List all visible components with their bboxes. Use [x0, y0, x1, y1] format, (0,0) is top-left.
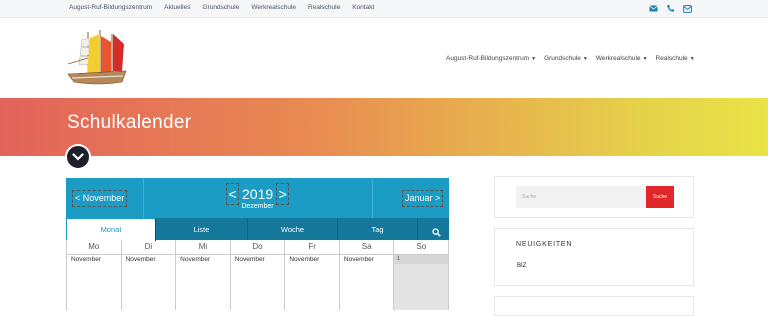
weekday-label: Mi: [176, 240, 231, 255]
main-nav-bildungszentrum[interactable]: August-Ruf-Bildungszentrum ▼: [446, 55, 536, 62]
current-year: 2019: [242, 186, 274, 202]
weekday-label: So: [394, 240, 450, 255]
top-nav: August-Ruf-Bildungszentrum Aktuelles Gru…: [69, 4, 386, 11]
weekday-header: Mo Di Mi Do Fr Sa So: [67, 240, 450, 255]
top-nav-link-bildungszentrum[interactable]: August-Ruf-Bildungszentrum: [69, 4, 152, 11]
page-title: Schulkalender: [67, 112, 192, 133]
main-nav-werkrealschule[interactable]: Werkrealschule ▼: [596, 55, 648, 62]
tab-tag[interactable]: Tag: [338, 218, 418, 240]
next-year-button[interactable]: >: [276, 183, 290, 205]
school-calendar: < November < 2019 > Dezember Januar > Mo…: [66, 178, 450, 310]
day-number: 1: [394, 255, 449, 264]
scroll-down-button[interactable]: [65, 144, 91, 170]
chevron-down-icon: ▼: [531, 55, 537, 62]
sidebar-widget: [494, 296, 694, 316]
tab-woche[interactable]: Woche: [248, 218, 338, 240]
main-nav-label: Realschule: [655, 55, 688, 62]
main-nav-label: August-Ruf-Bildungszentrum: [446, 55, 530, 62]
chevron-down-icon: ▼: [582, 55, 588, 62]
calendar-view-tabs: Monat Liste Woche Tag: [66, 218, 449, 241]
site-header: August-Ruf-Bildungszentrum ▼ Grundschule ▼…: [0, 18, 768, 98]
calendar-month-grid: Mo Di Mi Do Fr Sa So November November N…: [66, 240, 450, 310]
main-nav-realschule[interactable]: Realschule ▼: [656, 55, 695, 62]
day-label: November: [71, 256, 101, 263]
calendar-day-cell-today[interactable]: 1: [394, 255, 450, 310]
chevron-down-icon: ▼: [642, 55, 648, 62]
tab-liste[interactable]: Liste: [156, 218, 248, 240]
school-ship-logo[interactable]: [64, 24, 134, 94]
search-button[interactable]: Suche: [646, 186, 674, 208]
envelope-icon[interactable]: [648, 3, 659, 14]
chevron-down-icon: ▼: [689, 55, 695, 62]
news-item-link[interactable]: BIZ: [517, 263, 526, 269]
weekday-label: Di: [121, 240, 177, 255]
news-widget: NEUIGKEITEN BIZ: [494, 228, 694, 286]
top-nav-link-kontakt[interactable]: Kontakt: [352, 4, 374, 11]
weekday-label: Mo: [67, 240, 122, 255]
weekday-label: Fr: [285, 240, 340, 255]
main-nav: August-Ruf-Bildungszentrum ▼ Grundschule ▼…: [446, 55, 703, 62]
year-selector: < 2019 >: [226, 183, 290, 205]
calendar-day-cell[interactable]: November: [122, 255, 177, 310]
day-label: November: [125, 256, 156, 263]
top-nav-link-werkrealschule[interactable]: Werkrealschule: [251, 4, 296, 11]
main-nav-grundschule[interactable]: Grundschule ▼: [544, 55, 588, 62]
tab-monat[interactable]: Monat: [66, 218, 156, 241]
calendar-header: < November < 2019 > Dezember Januar >: [66, 178, 449, 218]
calendar-day-cell[interactable]: November: [231, 255, 286, 310]
page-banner: Schulkalender: [0, 98, 768, 156]
top-nav-link-aktuelles[interactable]: Aktuelles: [164, 4, 190, 11]
main-nav-label: Grundschule: [544, 55, 581, 62]
search-input[interactable]: Suche: [516, 186, 646, 208]
prev-year-button[interactable]: <: [226, 183, 239, 205]
day-label: November: [343, 256, 374, 263]
calendar-day-cell[interactable]: November: [340, 255, 395, 310]
divider: [143, 178, 144, 218]
day-label: November: [180, 256, 211, 263]
calendar-week-row: November November November November Nove…: [67, 255, 450, 310]
calendar-day-cell[interactable]: November: [285, 255, 340, 310]
top-nav-link-realschule[interactable]: Realschule: [308, 4, 340, 11]
main-nav-label: Werkrealschule: [595, 55, 641, 62]
calendar-day-cell[interactable]: November: [176, 255, 231, 310]
day-label: November: [289, 256, 320, 263]
divider: [372, 178, 373, 218]
top-icons: [648, 3, 693, 14]
phone-icon[interactable]: [665, 3, 676, 14]
top-nav-link-grundschule[interactable]: Grundschule: [202, 4, 239, 11]
top-bar: August-Ruf-Bildungszentrum Aktuelles Gru…: [0, 0, 768, 18]
mail-outline-icon[interactable]: [682, 3, 693, 14]
current-month: Dezember: [241, 203, 274, 210]
calendar-day-cell[interactable]: November: [67, 255, 122, 310]
next-month-button[interactable]: Januar >: [402, 190, 444, 207]
weekday-label: Do: [230, 240, 286, 255]
day-label: November: [234, 256, 265, 263]
chevron-down-icon: [72, 153, 84, 161]
news-heading: NEUIGKEITEN: [516, 241, 573, 248]
weekday-label: Sa: [339, 240, 395, 255]
sidebar-search-widget: Suche Suche: [494, 176, 694, 218]
